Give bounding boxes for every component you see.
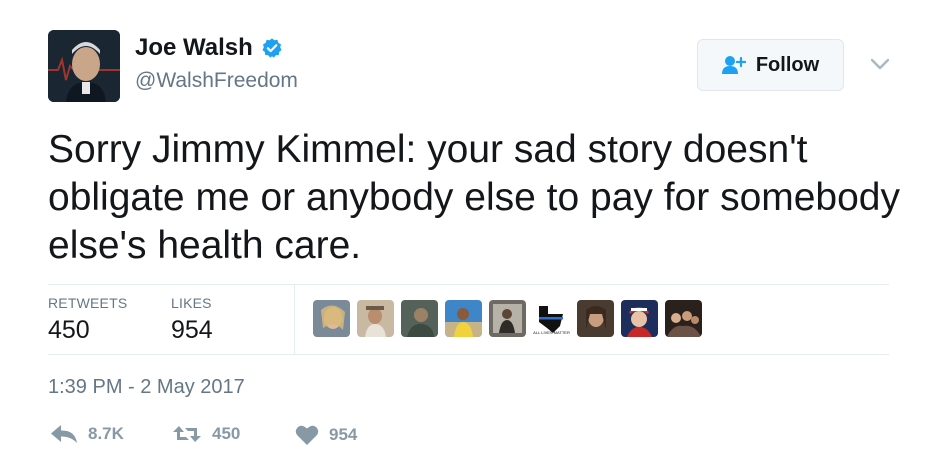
tweet-text: Sorry Jimmy Kimmel: your sad story doesn… bbox=[48, 128, 901, 267]
liker-avatar[interactable] bbox=[445, 300, 482, 337]
retweet-count: 450 bbox=[212, 424, 241, 443]
avatar[interactable] bbox=[48, 30, 120, 102]
likes-label: LIKES bbox=[171, 295, 212, 311]
like-count: 954 bbox=[329, 425, 358, 444]
reply-button[interactable]: 8.7K bbox=[50, 424, 124, 444]
like-button[interactable]: 954 bbox=[295, 424, 357, 446]
retweet-icon bbox=[173, 426, 201, 442]
reply-icon bbox=[51, 425, 77, 443]
retweets-count[interactable]: 450 bbox=[48, 316, 90, 345]
retweet-button[interactable]: 450 bbox=[172, 424, 240, 444]
liker-avatar[interactable] bbox=[401, 300, 438, 337]
tweet-timestamp[interactable]: 1:39 PM - 2 May 2017 bbox=[48, 376, 245, 399]
reply-count: 8.7K bbox=[88, 424, 124, 443]
liker-avatar[interactable] bbox=[313, 300, 350, 337]
stats-divider bbox=[294, 285, 295, 354]
heart-icon bbox=[295, 425, 319, 445]
retweets-label: RETWEETS bbox=[48, 295, 128, 311]
divider bbox=[48, 354, 889, 355]
divider bbox=[48, 284, 889, 285]
liker-avatar[interactable]: ALL LIVES MATTER bbox=[533, 300, 570, 337]
user-handle[interactable]: @WalshFreedom bbox=[135, 69, 298, 93]
profile-photo bbox=[48, 30, 120, 102]
display-name-text: Joe Walsh bbox=[135, 34, 253, 61]
liker-avatar[interactable] bbox=[665, 300, 702, 337]
liker-badge-text: ALL LIVES MATTER bbox=[533, 330, 570, 335]
verified-badge-icon bbox=[262, 38, 282, 58]
liker-avatar[interactable] bbox=[621, 300, 658, 337]
chevron-down-icon[interactable] bbox=[868, 55, 892, 73]
liker-avatar[interactable] bbox=[577, 300, 614, 337]
display-name[interactable]: Joe Walsh bbox=[135, 34, 283, 62]
liker-avatar[interactable] bbox=[489, 300, 526, 337]
likes-count[interactable]: 954 bbox=[171, 316, 213, 345]
add-user-icon bbox=[721, 56, 746, 74]
follow-button[interactable]: Follow bbox=[697, 39, 844, 91]
follow-label: Follow bbox=[755, 53, 820, 76]
liker-avatars: ALL LIVES MATTER bbox=[313, 300, 702, 337]
liker-avatar[interactable] bbox=[357, 300, 394, 337]
